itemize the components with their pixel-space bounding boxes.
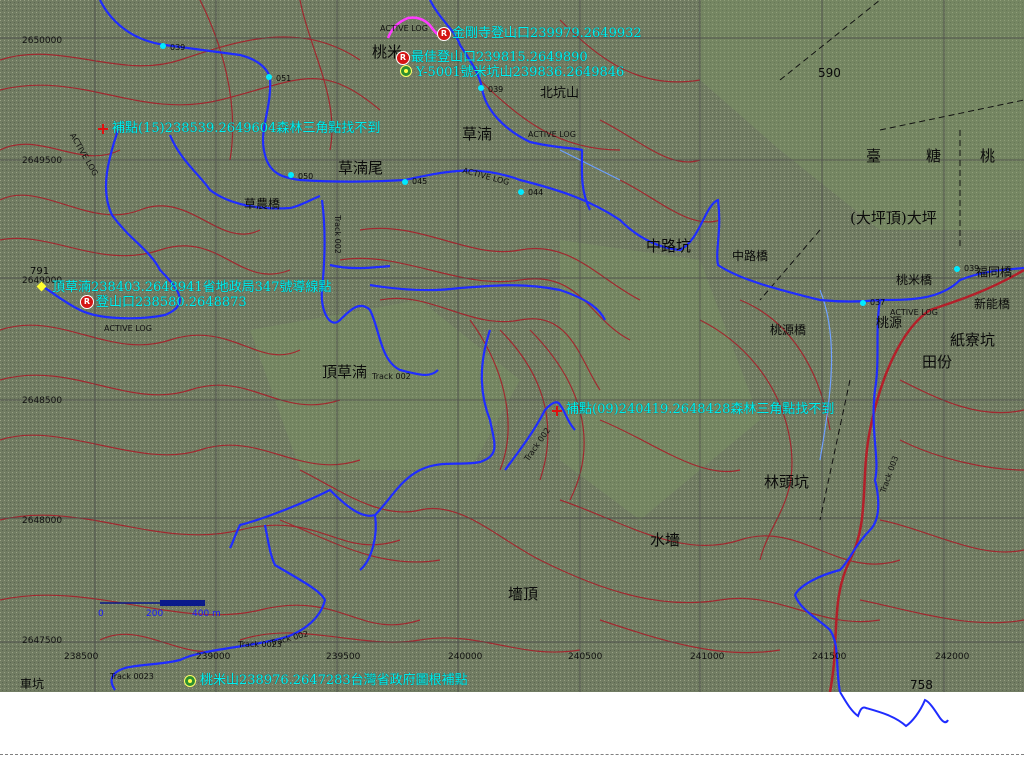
- grid-label-northing: 2648500: [22, 396, 63, 406]
- waypoint-dot[interactable]: [266, 74, 272, 80]
- summit-icon[interactable]: [400, 65, 412, 77]
- place-name: 桃源橋: [770, 323, 807, 337]
- waypoint-label: 039: [964, 264, 980, 273]
- track-label: Track 0023: [110, 672, 154, 681]
- elevation-label: 758: [910, 678, 933, 692]
- place-name: 桃米橋: [896, 273, 933, 287]
- waypoint-label: 044: [528, 188, 544, 197]
- place-name: 福同橋: [976, 265, 1013, 279]
- grid-label-easting: 239000: [196, 652, 231, 662]
- summit-icon[interactable]: [184, 675, 196, 687]
- grid-label-northing: 2647500: [22, 636, 63, 646]
- waypoint-dot[interactable]: [860, 300, 866, 306]
- scale-bar-label: 400 m: [192, 609, 221, 619]
- place-name: 草湳尾: [338, 159, 384, 177]
- elevation-label: 791: [30, 266, 50, 277]
- place-name: 頂草湳: [322, 363, 368, 381]
- place-name: 新能橋: [974, 297, 1011, 311]
- marker-label[interactable]: 頂草湳238403.2648941省地政局347號導線點: [52, 281, 331, 295]
- grid-label-northing: 2649500: [22, 156, 63, 166]
- waypoint-dot[interactable]: [954, 266, 960, 272]
- place-name: 草農橋: [244, 197, 281, 211]
- track-label: ACTIVE LOG: [380, 24, 428, 33]
- grid-label-northing: 2648000: [22, 516, 63, 526]
- trailhead-icon[interactable]: R: [396, 51, 410, 65]
- grid-label-easting: 239500: [326, 652, 361, 662]
- marker-label[interactable]: Y-5001號米坑山239836.2649846: [416, 66, 624, 80]
- place-name: (大坪頂)大坪: [850, 209, 937, 227]
- trailhead-icon[interactable]: R: [437, 27, 451, 41]
- scale-bar-label: 200: [146, 609, 164, 619]
- waypoint-label: 037: [870, 298, 886, 307]
- dashed-divider: [0, 754, 1024, 755]
- grid-label-easting: 241000: [690, 652, 725, 662]
- waypoint-dot[interactable]: [160, 43, 166, 49]
- track-label: Track 002: [372, 372, 411, 381]
- place-name: 田份: [922, 353, 953, 371]
- blank-area: [0, 691, 1024, 768]
- place-name: 林頭坑: [764, 473, 810, 491]
- track-label: Track 002: [332, 215, 342, 254]
- waypoint-dot[interactable]: [518, 189, 524, 195]
- waypoint-label: 039: [170, 43, 186, 52]
- track-overflow: [839, 691, 949, 728]
- triangulation-point-icon[interactable]: [552, 406, 562, 416]
- waypoint-label: 045: [412, 177, 428, 186]
- place-name: 桃: [980, 147, 996, 165]
- grid-label-easting: 240500: [568, 652, 603, 662]
- trailhead-icon[interactable]: R: [80, 295, 94, 309]
- topographic-map[interactable]: 2650000 2649500 2649000 2648500 2648000 …: [0, 0, 1024, 692]
- marker-label[interactable]: 登山口238580.2648873: [96, 296, 247, 310]
- track-label: ACTIVE LOG: [528, 130, 576, 139]
- track-label: ACTIVE LOG: [104, 324, 152, 333]
- place-name: 中路橋: [732, 249, 769, 263]
- place-name: 北坑山: [540, 86, 580, 101]
- elevation-label: 590: [818, 66, 841, 80]
- grid-label-northing: 2650000: [22, 36, 63, 46]
- marker-label[interactable]: 補點(09)240419.2648428森林三角點找不到: [566, 403, 834, 417]
- waypoint-label: 039: [488, 85, 504, 94]
- place-name: 水墻: [650, 531, 681, 549]
- place-name: 草湳: [462, 125, 493, 143]
- place-name: 中路坑: [646, 237, 692, 255]
- place-name: 車坑: [20, 677, 45, 691]
- place-name: 紙寮坑: [950, 331, 996, 349]
- place-name: 墻頂: [508, 585, 539, 603]
- place-name: 桃源: [876, 316, 903, 331]
- track-label: ACTIVE LOG: [890, 308, 938, 317]
- waypoint-dot[interactable]: [402, 179, 408, 185]
- scale-bar-label: 0: [98, 609, 104, 619]
- waypoint-label: 050: [298, 172, 314, 181]
- marker-label[interactable]: 金剛寺登山口239979.2649932: [452, 27, 642, 41]
- waypoint-label: 051: [276, 74, 292, 83]
- grid-label-easting: 238500: [64, 652, 99, 662]
- triangulation-point-icon[interactable]: [98, 124, 108, 134]
- marker-label[interactable]: 補點(15)238539.2649604森林三角點找不到: [112, 122, 380, 136]
- grid-label-easting: 241500: [812, 652, 847, 662]
- marker-label[interactable]: 桃米山238976.2647283台灣省政府圖根補點: [200, 674, 468, 688]
- waypoint-dot[interactable]: [478, 85, 484, 91]
- marker-label[interactable]: 最佳登山口239815.2649890: [411, 51, 588, 65]
- grid-label-easting: 240000: [448, 652, 483, 662]
- place-name: 糖: [926, 147, 942, 165]
- grid-label-easting: 242000: [935, 652, 970, 662]
- waypoint-dot[interactable]: [288, 172, 294, 178]
- track-label: Track 0023: [238, 640, 282, 649]
- place-name: 臺: [866, 147, 882, 165]
